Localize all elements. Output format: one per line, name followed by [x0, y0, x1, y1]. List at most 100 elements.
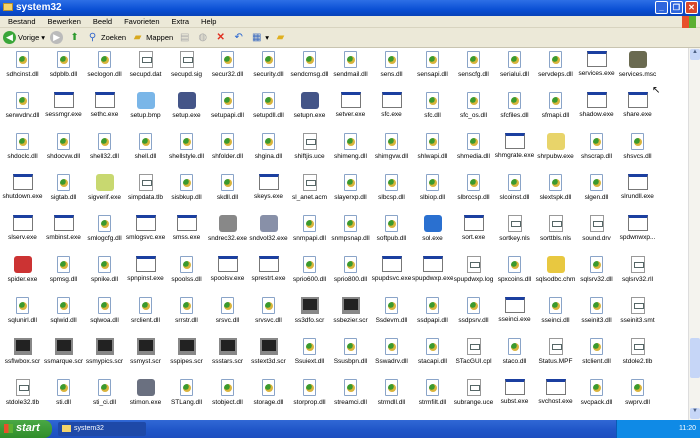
forward-button[interactable]: ▶: [50, 31, 64, 44]
file-item[interactable]: slgen.dll: [576, 174, 617, 201]
file-item[interactable]: shdoclc.dll: [2, 133, 43, 160]
file-item[interactable]: sendcmsg.dll: [289, 51, 330, 78]
file-item[interactable]: strmdll.dll: [371, 379, 412, 406]
file-item[interactable]: smbinst.exe: [43, 215, 84, 241]
menu-help[interactable]: Help: [195, 16, 222, 27]
maximize-button[interactable]: ❐: [670, 1, 683, 14]
file-item[interactable]: srsvc.dll: [207, 297, 248, 324]
file-item[interactable]: softpub.dll: [371, 215, 412, 242]
file-item[interactable]: sseinit3.smt: [617, 297, 658, 324]
file-item[interactable]: stdole2.tlb: [617, 338, 658, 365]
file-item[interactable]: sfcfiles.dll: [494, 92, 535, 119]
dropdown-icon[interactable]: ▾: [41, 33, 45, 42]
file-item[interactable]: ssmyst.scr: [125, 338, 166, 365]
file-item[interactable]: sti_ci.dll: [84, 379, 125, 406]
move-to-button[interactable]: ▤: [178, 31, 191, 44]
file-item[interactable]: slbiop.dll: [412, 174, 453, 201]
file-item[interactable]: STLang.dll: [166, 379, 207, 406]
file-item[interactable]: spdwnwxp...: [617, 215, 658, 241]
file-item[interactable]: shsvcs.dll: [617, 133, 658, 160]
file-item[interactable]: shgina.dll: [248, 133, 289, 160]
file-item[interactable]: ssbezier.scr: [330, 297, 371, 324]
scroll-thumb[interactable]: [690, 338, 700, 378]
file-item[interactable]: smlogsvc.exe: [125, 215, 166, 241]
file-item[interactable]: Status.MPF: [535, 338, 576, 365]
file-item[interactable]: sdhcinst.dll: [2, 51, 43, 78]
file-item[interactable]: sqlwoa.dll: [84, 297, 125, 324]
file-item[interactable]: subrange.uce: [453, 379, 494, 406]
file-item[interactable]: snmpapi.dll: [289, 215, 330, 242]
menu-bestand[interactable]: Bestand: [2, 16, 42, 27]
file-item[interactable]: shell32.dll: [84, 133, 125, 160]
file-item[interactable]: sqlwid.dll: [43, 297, 84, 324]
file-item[interactable]: stimon.exe: [125, 379, 166, 406]
file-item[interactable]: spupdwxp.exe: [412, 256, 453, 282]
search-button[interactable]: ⚲ Zoeken: [86, 31, 126, 44]
file-item[interactable]: sound.drv: [576, 215, 617, 242]
copy-to-button[interactable]: ◍: [196, 31, 209, 44]
file-item[interactable]: spupdwxp.log: [453, 256, 494, 283]
delete-button[interactable]: ✕: [214, 31, 227, 44]
file-item[interactable]: secupd.sig: [166, 51, 207, 78]
file-item[interactable]: sqlsrv32.rll: [617, 256, 658, 283]
file-item[interactable]: security.dll: [248, 51, 289, 78]
file-item[interactable]: ssmypics.scr: [84, 338, 125, 365]
back-button[interactable]: ◀ Vorige ▾: [3, 31, 45, 44]
file-item[interactable]: srvsvc.dll: [248, 297, 289, 324]
file-item[interactable]: sndrec32.exe: [207, 215, 248, 242]
file-item[interactable]: ssflwbox.scr: [2, 338, 43, 365]
file-item[interactable]: sqlsodbc.chm: [535, 256, 576, 283]
file-item[interactable]: secupd.dat: [125, 51, 166, 78]
file-item[interactable]: shiftjis.uce: [289, 133, 330, 160]
file-item[interactable]: secur32.dll: [207, 51, 248, 78]
file-item[interactable]: seclogon.dll: [84, 51, 125, 78]
file-item[interactable]: streamci.dll: [330, 379, 371, 406]
file-item[interactable]: sl_anet.acm: [289, 174, 330, 201]
up-folder-button[interactable]: ⬆: [68, 31, 81, 44]
file-item[interactable]: setver.exe: [330, 92, 371, 118]
file-item[interactable]: Sswadrv.dll: [371, 338, 412, 365]
file-item[interactable]: sfc.dll: [412, 92, 453, 119]
file-item[interactable]: sdpblb.dll: [43, 51, 84, 78]
file-item[interactable]: svchost.exe: [535, 379, 576, 405]
file-item[interactable]: skeys.exe: [248, 174, 289, 200]
file-item[interactable]: skdll.dll: [207, 174, 248, 201]
file-item[interactable]: spoolsv.exe: [207, 256, 248, 282]
file-item[interactable]: slcoinst.dll: [494, 174, 535, 201]
file-item[interactable]: Ssdevm.dll: [371, 297, 412, 324]
file-item[interactable]: sens.dll: [371, 51, 412, 78]
file-item[interactable]: shrpubw.exe: [535, 133, 576, 160]
file-item[interactable]: storprop.dll: [289, 379, 330, 406]
start-button[interactable]: start: [0, 420, 52, 438]
file-item[interactable]: sspipes.scr: [166, 338, 207, 365]
file-item[interactable]: sessmgr.exe: [43, 92, 84, 118]
file-item[interactable]: svcpack.dll: [576, 379, 617, 406]
file-item[interactable]: storage.dll: [248, 379, 289, 406]
file-item[interactable]: slbrccsp.dll: [453, 174, 494, 201]
file-item[interactable]: setup.exe: [166, 92, 207, 119]
taskbar-item-system32[interactable]: system32: [58, 422, 146, 436]
file-item[interactable]: sfc.exe: [371, 92, 412, 118]
vertical-scrollbar[interactable]: ▲ ▼: [688, 48, 700, 420]
file-item[interactable]: sqlunirl.dll: [2, 297, 43, 324]
file-item[interactable]: shellstyle.dll: [166, 133, 207, 160]
views-button[interactable]: ▦ ▾: [250, 31, 269, 44]
menu-favorieten[interactable]: Favorieten: [118, 16, 165, 27]
file-item[interactable]: servdeps.dll: [535, 51, 576, 78]
file-item[interactable]: sndvol32.exe: [248, 215, 289, 242]
menu-bewerken[interactable]: Bewerken: [42, 16, 87, 27]
file-item[interactable]: stacapi.dll: [412, 338, 453, 365]
scroll-up-button[interactable]: ▲: [690, 49, 700, 60]
file-item[interactable]: shmgrate.exe: [494, 133, 535, 159]
file-item[interactable]: sseinci.dll: [535, 297, 576, 324]
file-item[interactable]: Ssuiext.dll: [289, 338, 330, 365]
file-item[interactable]: spmsg.dll: [43, 256, 84, 283]
file-item[interactable]: sprio600.dll: [289, 256, 330, 283]
file-item[interactable]: sort.exe: [453, 215, 494, 241]
file-item[interactable]: setupapi.dll: [207, 92, 248, 119]
file-item[interactable]: slserv.exe: [2, 215, 43, 241]
file-item[interactable]: sprio800.dll: [330, 256, 371, 283]
file-item[interactable]: sortkey.nls: [494, 215, 535, 242]
file-item[interactable]: srrstr.dll: [166, 297, 207, 324]
file-item[interactable]: shfolder.dll: [207, 133, 248, 160]
